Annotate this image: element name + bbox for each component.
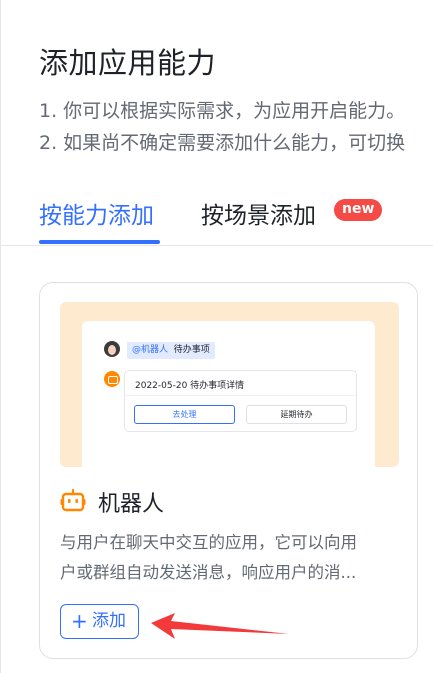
capability-description: 与用户在聊天中交互的应用，它可以向用 户或群组自动发送消息，响应用户的消... bbox=[60, 528, 405, 588]
preview-chat-window: @机器人 待办事项 2022-05-20 待办事项详情 去处理 延期待办 bbox=[82, 321, 375, 467]
page-title: 添加应用能力 bbox=[39, 46, 217, 80]
preview-card-title: 2022-05-20 待办事项详情 bbox=[135, 381, 245, 391]
capability-card-bot[interactable]: @机器人 待办事项 2022-05-20 待办事项详情 去处理 延期待办 机器人… bbox=[39, 282, 418, 659]
tab-by-capability[interactable]: 按能力添加 bbox=[39, 196, 154, 230]
mention-text: 待办事项 bbox=[173, 345, 210, 355]
add-button-label: 添加 bbox=[92, 611, 126, 631]
description-line-1: 1. 你可以根据实际需求，为应用开启能力。 bbox=[39, 100, 406, 122]
red-arrow-annotation bbox=[151, 613, 289, 639]
capability-description-line-2: 户或群组自动发送消息，响应用户的消... bbox=[60, 563, 357, 582]
robot-icon bbox=[60, 488, 86, 514]
preview-message-card: 2022-05-20 待办事项详情 去处理 延期待办 bbox=[124, 370, 357, 432]
mention-at-bot: @机器人 bbox=[132, 345, 169, 355]
add-capability-panel: 添加应用能力 1. 你可以根据实际需求，为应用开启能力。 2. 如果尚不确定需要… bbox=[0, 0, 433, 673]
add-button[interactable]: + 添加 bbox=[60, 604, 139, 639]
preview-postpone-button: 延期待办 bbox=[246, 405, 347, 424]
tab-bar: 按能力添加 按场景添加 new bbox=[1, 188, 433, 246]
new-badge: new bbox=[334, 199, 383, 221]
capability-name: 机器人 bbox=[98, 492, 165, 517]
capability-description-line-1: 与用户在聊天中交互的应用，它可以向用 bbox=[60, 533, 357, 552]
active-tab-indicator bbox=[39, 240, 160, 244]
preview-handle-button: 去处理 bbox=[134, 405, 235, 424]
preview-mention-message: @机器人 待办事项 bbox=[127, 342, 215, 359]
capability-preview-image: @机器人 待办事项 2022-05-20 待办事项详情 去处理 延期待办 bbox=[60, 302, 399, 467]
user-avatar bbox=[104, 341, 120, 357]
description-line-2: 2. 如果尚不确定需要添加什么能力，可切换 bbox=[39, 132, 406, 154]
bot-avatar-icon bbox=[104, 371, 120, 387]
tab-by-scenario[interactable]: 按场景添加 bbox=[201, 196, 316, 230]
plus-icon: + bbox=[71, 609, 88, 633]
preview-card-divider bbox=[125, 395, 356, 396]
